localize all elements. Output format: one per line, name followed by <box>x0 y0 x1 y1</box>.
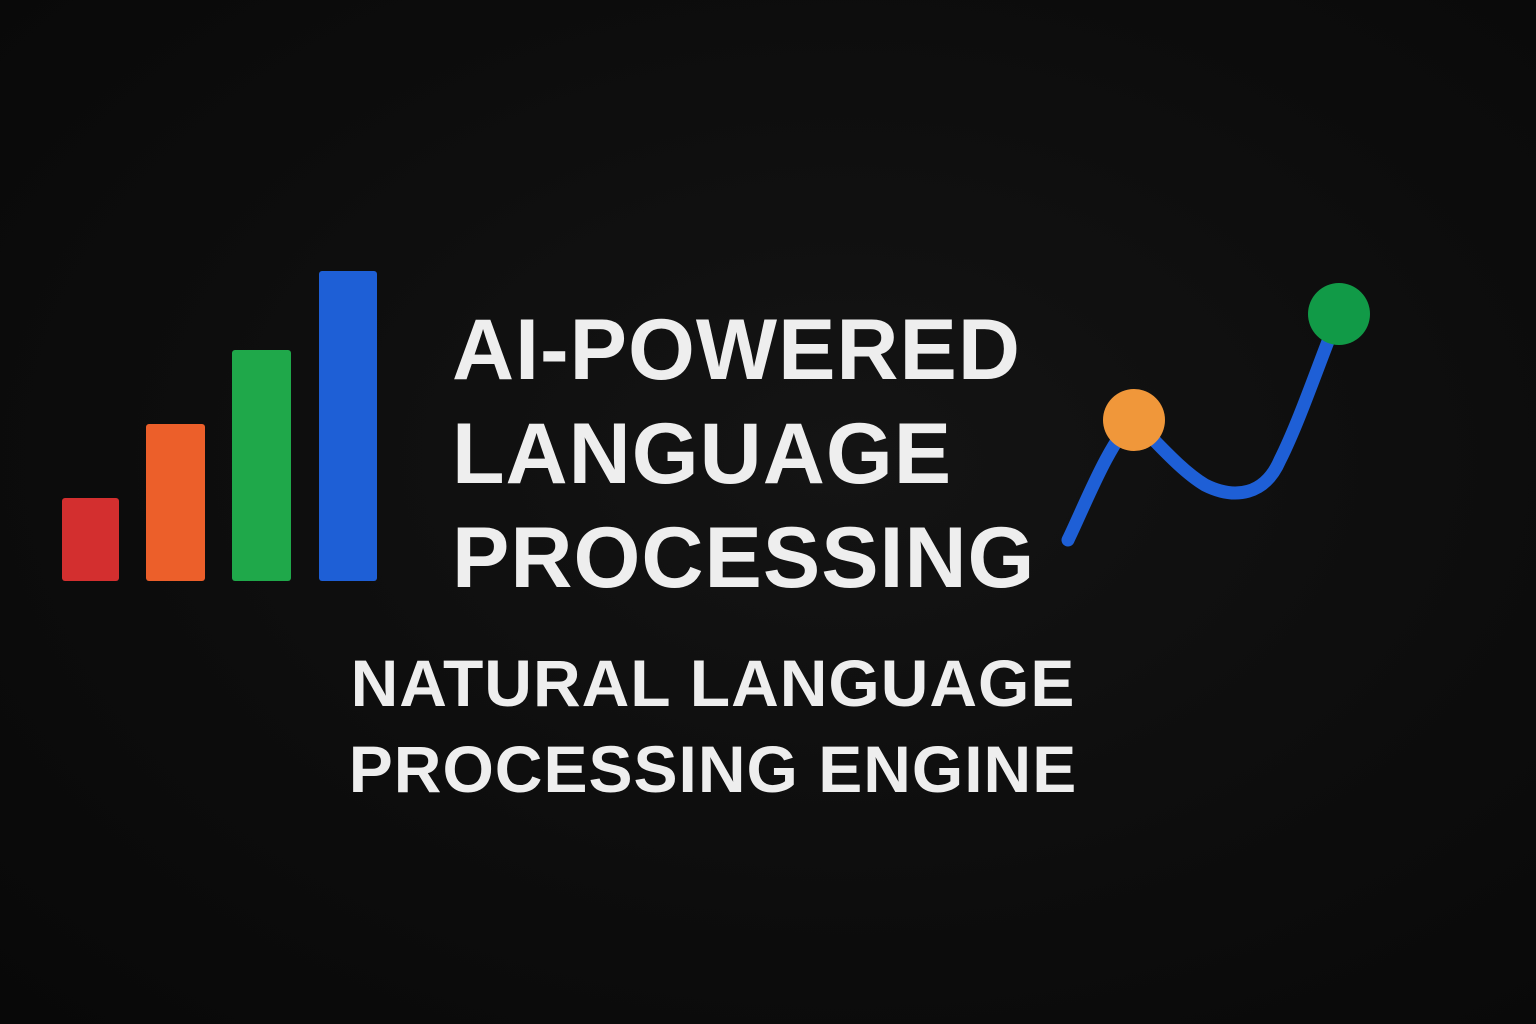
subheadline-line-1: NATURAL LANGUAGE <box>350 646 1076 720</box>
headline: AI-POWERED LANGUAGE PROCESSING <box>452 298 1035 610</box>
headline-line-1: AI-POWERED <box>452 302 1021 398</box>
logo-bar-green <box>232 350 291 581</box>
headline-line-2: LANGUAGE <box>452 406 953 502</box>
headline-line-3: PROCESSING <box>452 510 1036 606</box>
subheadline-line-2: PROCESSING ENGINE <box>348 732 1078 806</box>
subheadline: NATURAL LANGUAGE PROCESSING ENGINE <box>300 640 1126 812</box>
logo-bar-blue <box>319 271 377 581</box>
logo-bar-red <box>62 498 119 581</box>
logo-bar-orange <box>146 424 205 581</box>
